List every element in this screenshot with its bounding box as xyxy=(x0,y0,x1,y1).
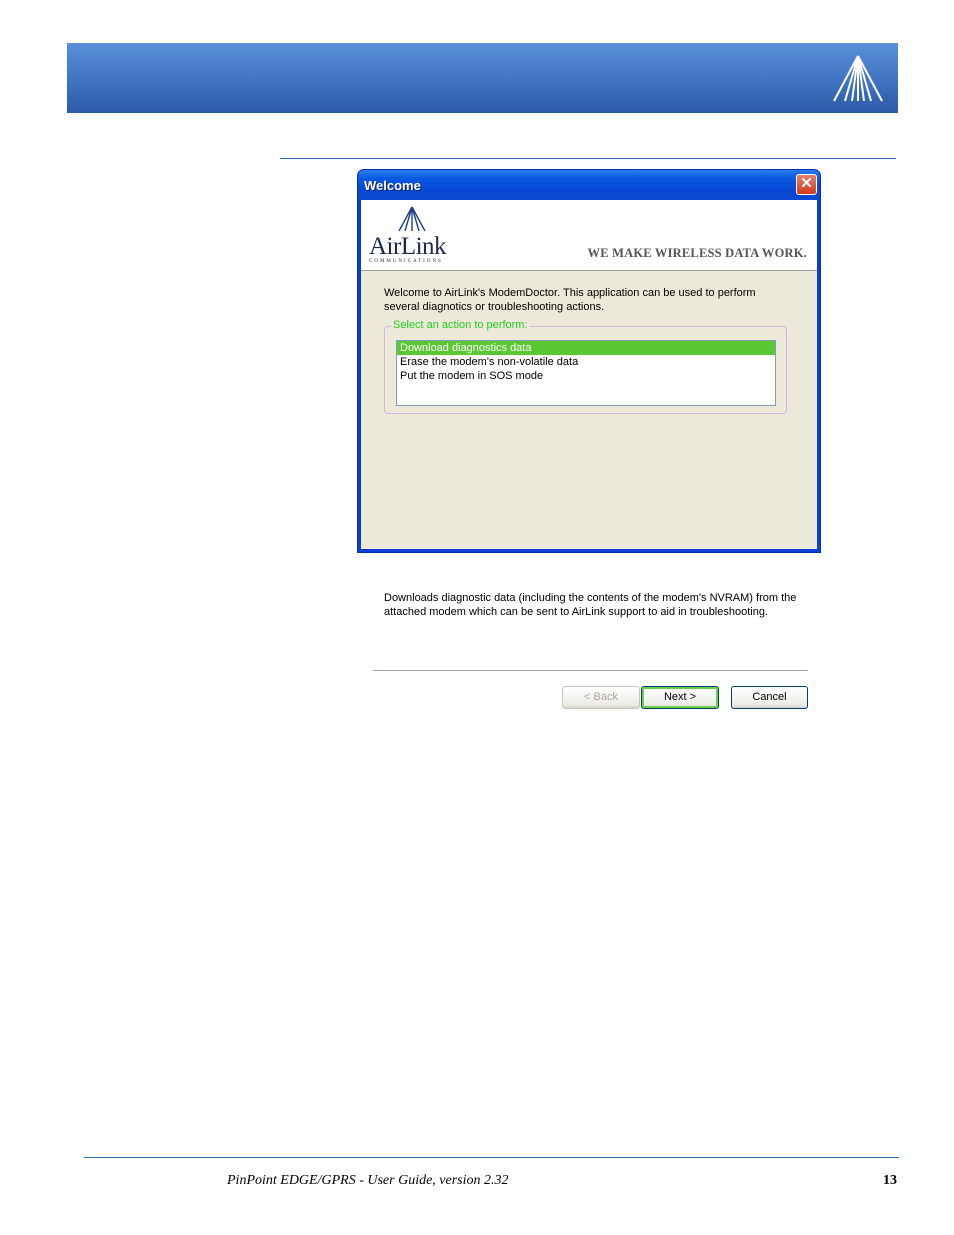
list-item-sos[interactable]: Put the modem in SOS mode xyxy=(397,369,775,383)
dialog-titlebar[interactable]: Welcome ✕ xyxy=(358,170,820,200)
airlink-logo-icon xyxy=(398,206,426,232)
brand-subtitle: COMMUNICATIONS xyxy=(369,259,443,264)
welcome-dialog: Welcome ✕ AirLink COMMUNICATIONS WE MAKE… xyxy=(357,169,821,709)
airlink-triangle-icon xyxy=(833,55,883,102)
action-listbox[interactable]: Download diagnostics data Erase the mode… xyxy=(396,340,776,406)
section-divider xyxy=(280,158,896,159)
footer-divider xyxy=(84,1157,899,1158)
brand-tagline: WE MAKE WIRELESS DATA WORK. xyxy=(587,246,807,260)
action-description: Downloads diagnostic data (including the… xyxy=(384,592,797,618)
list-item-erase[interactable]: Erase the modem's non-volatile data xyxy=(397,355,775,369)
back-button[interactable]: < Back xyxy=(562,686,640,709)
button-separator xyxy=(373,670,808,674)
page-number: 13 xyxy=(883,1173,897,1188)
cancel-button[interactable]: Cancel xyxy=(731,686,808,709)
brand-header: AirLink COMMUNICATIONS WE MAKE WIRELESS … xyxy=(361,200,817,271)
list-item-download[interactable]: Download diagnostics data xyxy=(397,341,775,355)
header-banner xyxy=(67,43,898,113)
group-label: Select an action to perform: xyxy=(391,319,530,331)
close-icon[interactable]: ✕ xyxy=(796,174,817,195)
footer-doc-title: PinPoint EDGE/GPRS - User Guide, version… xyxy=(227,1173,509,1188)
action-groupbox: Select an action to perform: Download di… xyxy=(384,319,787,414)
dialog-client-area: AirLink COMMUNICATIONS WE MAKE WIRELESS … xyxy=(361,200,817,709)
intro-text: Welcome to AirLink's ModemDoctor. This a… xyxy=(384,287,756,313)
brand-name: AirLink xyxy=(369,233,447,260)
dialog-title: Welcome xyxy=(364,178,421,193)
next-button[interactable]: Next > xyxy=(641,686,719,709)
